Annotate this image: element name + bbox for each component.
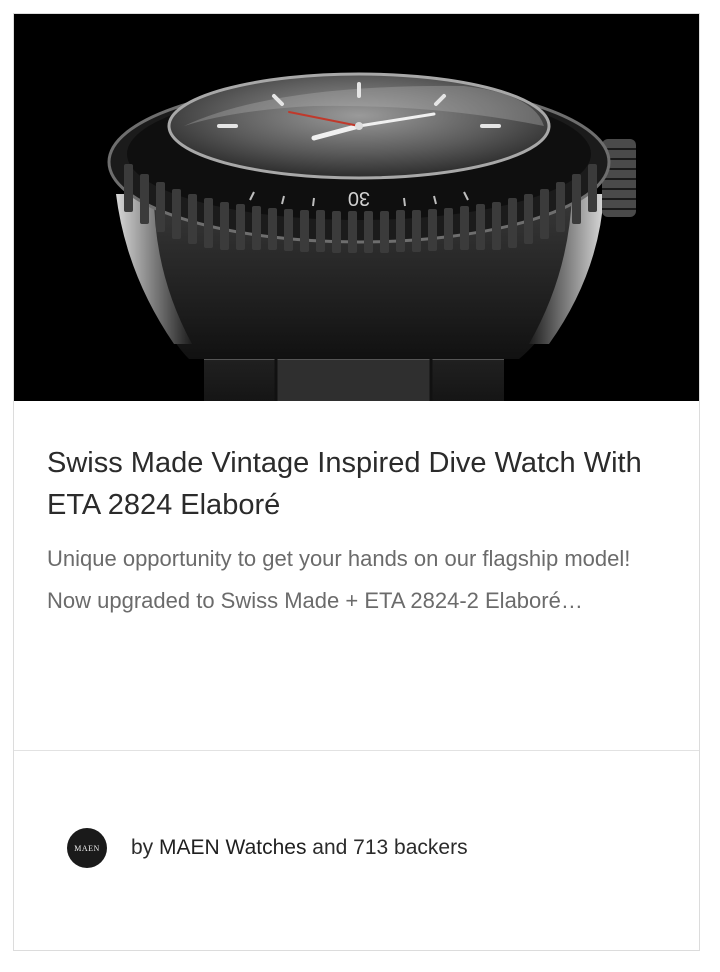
project-card[interactable]: 30 Swiss Made Vintage Inspired Dive Watc…	[13, 13, 700, 951]
byline-prefix: by	[131, 836, 154, 859]
creator-info: MAEN by MAEN Watches and 713 backers	[67, 827, 468, 869]
card-divider	[14, 750, 699, 751]
creator-avatar[interactable]: MAEN	[67, 828, 107, 868]
watch-image: 30	[14, 14, 699, 401]
creator-name-link[interactable]: MAEN Watches	[159, 836, 306, 859]
project-image[interactable]: 30	[14, 14, 699, 401]
byline: by MAEN Watches and 713 backers	[131, 836, 468, 860]
bezel-number: 30	[348, 187, 370, 209]
project-blurb: Unique opportunity to get your hands on …	[47, 546, 631, 613]
project-title[interactable]: Swiss Made Vintage Inspired Dive Watch W…	[47, 442, 667, 526]
backers-count: and 713 backers	[312, 836, 468, 859]
